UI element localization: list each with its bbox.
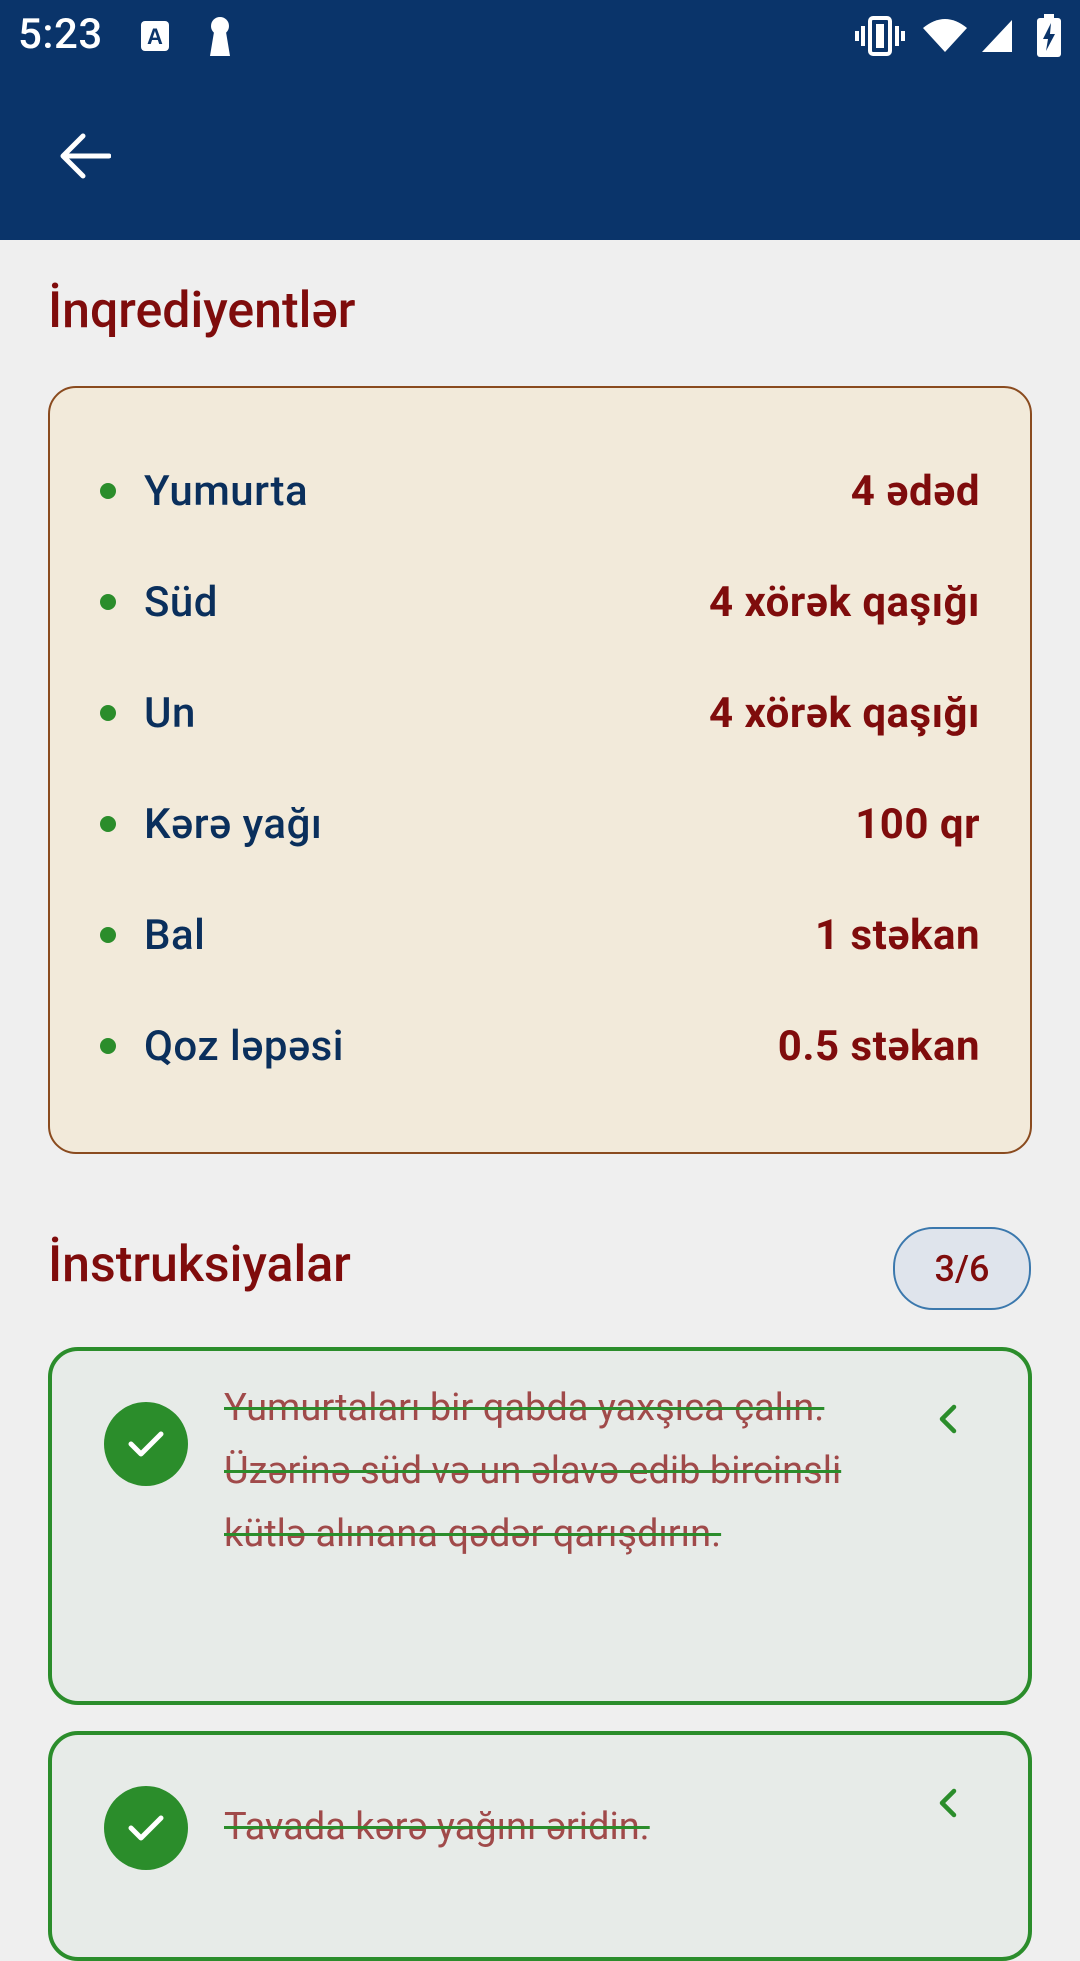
instruction-step[interactable]: Yumurtaları bir qabda yaxşıca çalın. Üzə… [48, 1347, 1032, 1705]
bullet-icon [100, 1038, 116, 1054]
ingredient-amount: 4 ədəd [850, 466, 980, 516]
keyhole-icon [206, 16, 234, 62]
ingredient-name: Kərə yağı [144, 799, 323, 849]
ingredients-title: İnqrediyentlər [48, 282, 356, 340]
ingredient-amount: 1 stəkan [815, 910, 980, 960]
ingredient-name: Süd [144, 577, 218, 627]
text-a-icon: A [140, 20, 170, 56]
bullet-icon [100, 927, 116, 943]
ingredient-row: Qoz ləpəsi 0.5 stəkan [50, 1016, 1030, 1076]
check-icon[interactable] [104, 1786, 188, 1870]
ingredient-amount: 0.5 stəkan [777, 1021, 980, 1071]
instructions-title: İnstruksiyalar [48, 1236, 351, 1294]
ingredient-amount: 4 xörək qaşığı [708, 688, 980, 738]
app-bar [0, 72, 1080, 240]
bullet-icon [100, 483, 116, 499]
step-text: Tavada kərə yağını əridin. [224, 1805, 650, 1849]
ingredient-row: Kərə yağı 100 qr [50, 794, 1030, 854]
battery-charging-icon [1036, 14, 1062, 62]
ingredient-amount: 100 qr [855, 799, 980, 849]
progress-badge: 3/6 [893, 1227, 1031, 1310]
ingredient-name: Bal [144, 910, 206, 960]
ingredient-name: Un [144, 688, 196, 738]
bullet-icon [100, 816, 116, 832]
ingredient-row: Süd 4 xörək qaşığı [50, 572, 1030, 632]
check-icon[interactable] [104, 1402, 188, 1486]
ingredient-name: Qoz ləpəsi [144, 1021, 344, 1071]
svg-text:A: A [147, 24, 163, 49]
bullet-icon [100, 705, 116, 721]
instruction-step[interactable]: Tavada kərə yağını əridin. [48, 1731, 1032, 1961]
status-bar: 5:23 A [0, 0, 1080, 72]
wifi-icon [922, 18, 968, 58]
arrow-back-icon [59, 132, 112, 184]
signal-icon [980, 18, 1014, 58]
back-button[interactable] [40, 118, 130, 198]
ingredient-row: Un 4 xörək qaşığı [50, 683, 1030, 743]
vibrate-icon [854, 16, 906, 60]
status-time: 5:23 [18, 10, 103, 59]
ingredient-amount: 4 xörək qaşığı [708, 577, 980, 627]
chevron-left-icon[interactable] [928, 1399, 968, 1439]
chevron-left-icon[interactable] [928, 1783, 968, 1823]
ingredient-name: Yumurta [144, 466, 309, 516]
step-text: Yumurtaları bir qabda yaxşıca çalın. Üzə… [224, 1386, 842, 1556]
ingredient-row: Yumurta 4 ədəd [50, 461, 1030, 521]
ingredient-row: Bal 1 stəkan [50, 905, 1030, 965]
bullet-icon [100, 594, 116, 610]
ingredients-card: Yumurta 4 ədəd Süd 4 xörək qaşığı Un 4 x… [48, 386, 1032, 1154]
